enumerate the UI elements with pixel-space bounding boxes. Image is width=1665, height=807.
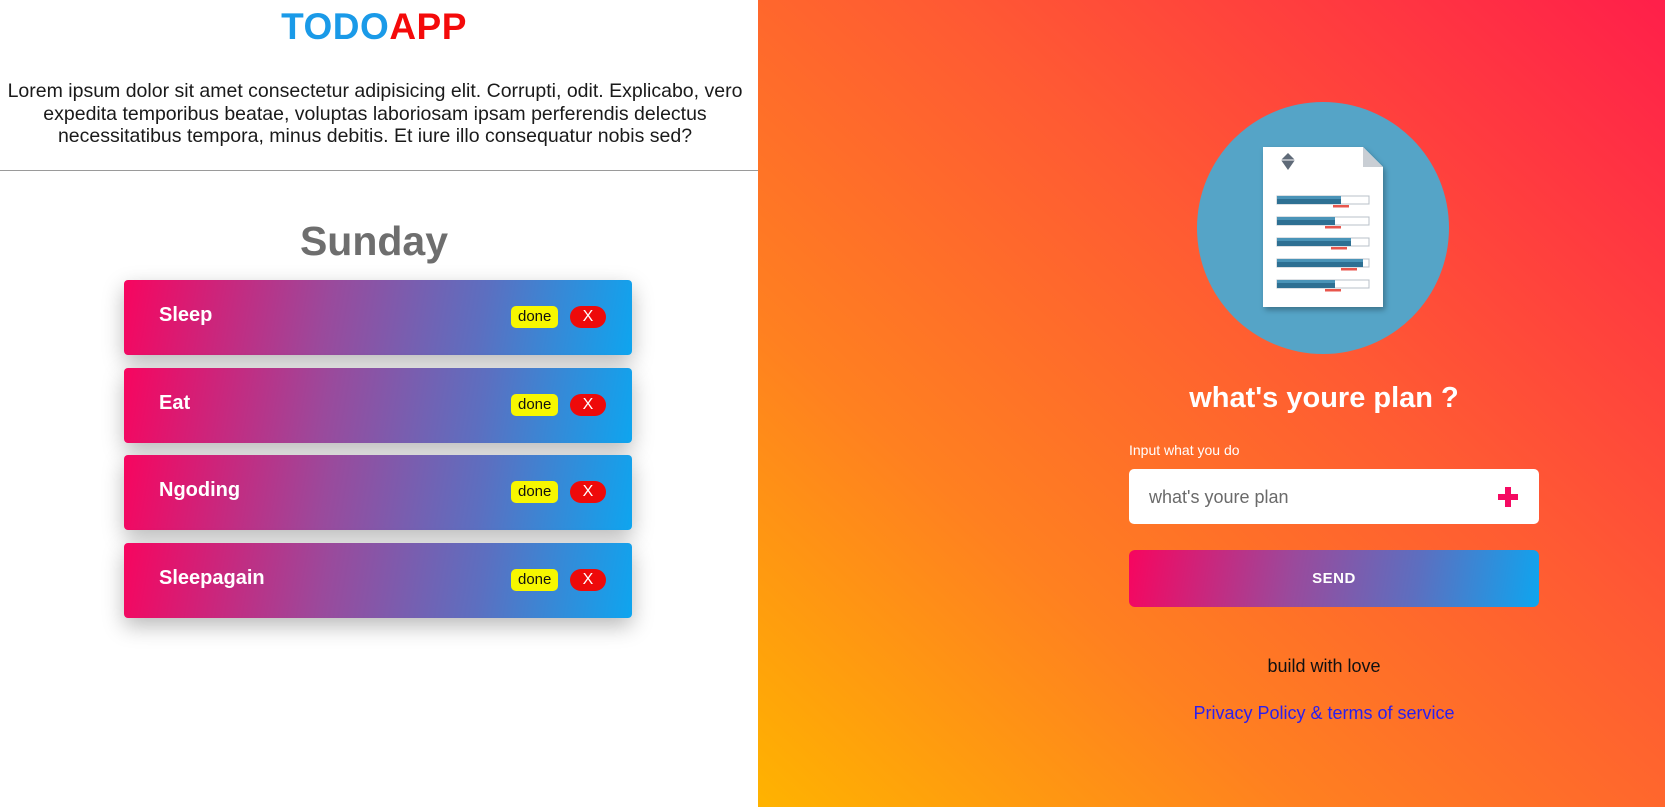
footer-text: build with love xyxy=(1267,656,1381,676)
task-list: Sleep done X Eat done X Ngoding done X S… xyxy=(124,280,632,630)
task-title: Sleepagain xyxy=(159,566,265,589)
task-item: Sleepagain done X xyxy=(124,542,632,618)
document-illustration xyxy=(1263,147,1383,307)
form-title: what's youre plan ? xyxy=(1189,382,1459,414)
delete-button[interactable]: X xyxy=(570,481,606,503)
task-title: Eat xyxy=(159,391,191,414)
done-button[interactable]: done xyxy=(511,568,559,591)
send-button[interactable]: SEND xyxy=(1129,550,1539,607)
day-heading: Sunday xyxy=(299,218,449,264)
plan-input[interactable] xyxy=(1147,469,1481,526)
done-button[interactable]: done xyxy=(511,481,559,503)
privacy-policy-link[interactable]: Privacy Policy & terms of service xyxy=(1065,703,1583,724)
delete-button[interactable]: X xyxy=(570,306,606,328)
brand-app: APP xyxy=(389,6,467,47)
delete-button[interactable]: X xyxy=(570,393,606,416)
document-report-icon xyxy=(1197,102,1449,354)
delete-button[interactable]: X xyxy=(570,568,606,591)
input-label: Input what you do xyxy=(1129,442,1240,458)
app-logo: TODOAPP xyxy=(0,6,748,48)
task-title: Ngoding xyxy=(159,479,241,501)
todo-panel: TODOAPP Lorem ipsum dolor sit amet conse… xyxy=(0,0,758,807)
page: TODOAPP Lorem ipsum dolor sit amet conse… xyxy=(0,0,1665,807)
plan-input-container xyxy=(1129,469,1539,526)
divider xyxy=(0,170,758,171)
task-item: Eat done X xyxy=(124,367,632,443)
task-item: Ngoding done X xyxy=(124,455,632,530)
form-panel: what's youre plan ? Input what you do SE… xyxy=(758,0,1665,807)
task-title: Sleep xyxy=(159,304,213,326)
brand-todo: TODO xyxy=(281,6,390,47)
task-item: Sleep done X xyxy=(124,280,632,355)
done-button[interactable]: done xyxy=(511,306,559,328)
plus-icon[interactable] xyxy=(1497,486,1519,508)
intro-text: Lorem ipsum dolor sit amet consectetur a… xyxy=(7,80,743,147)
done-button[interactable]: done xyxy=(511,393,559,416)
